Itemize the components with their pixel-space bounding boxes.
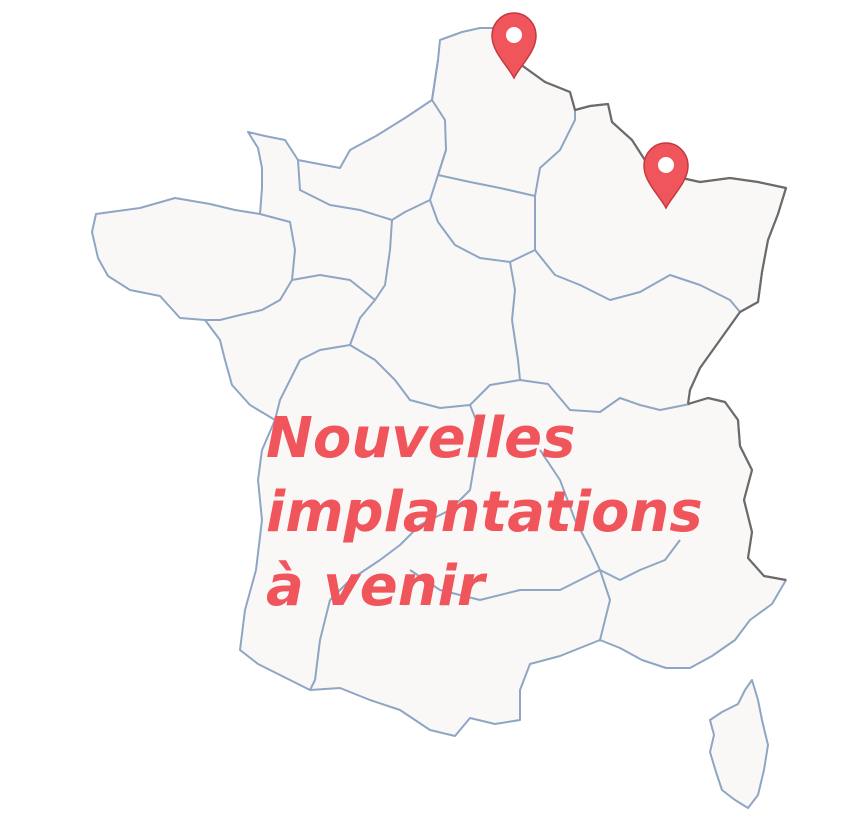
caption-line-3: à venir xyxy=(266,554,485,619)
caption-line-2: implantations xyxy=(266,480,703,545)
caption-line-1: Nouvelles xyxy=(266,406,576,471)
caption-text: Nouvelles implantations à venir xyxy=(266,402,703,624)
mainland-france xyxy=(91,27,787,737)
corsica xyxy=(709,679,769,809)
